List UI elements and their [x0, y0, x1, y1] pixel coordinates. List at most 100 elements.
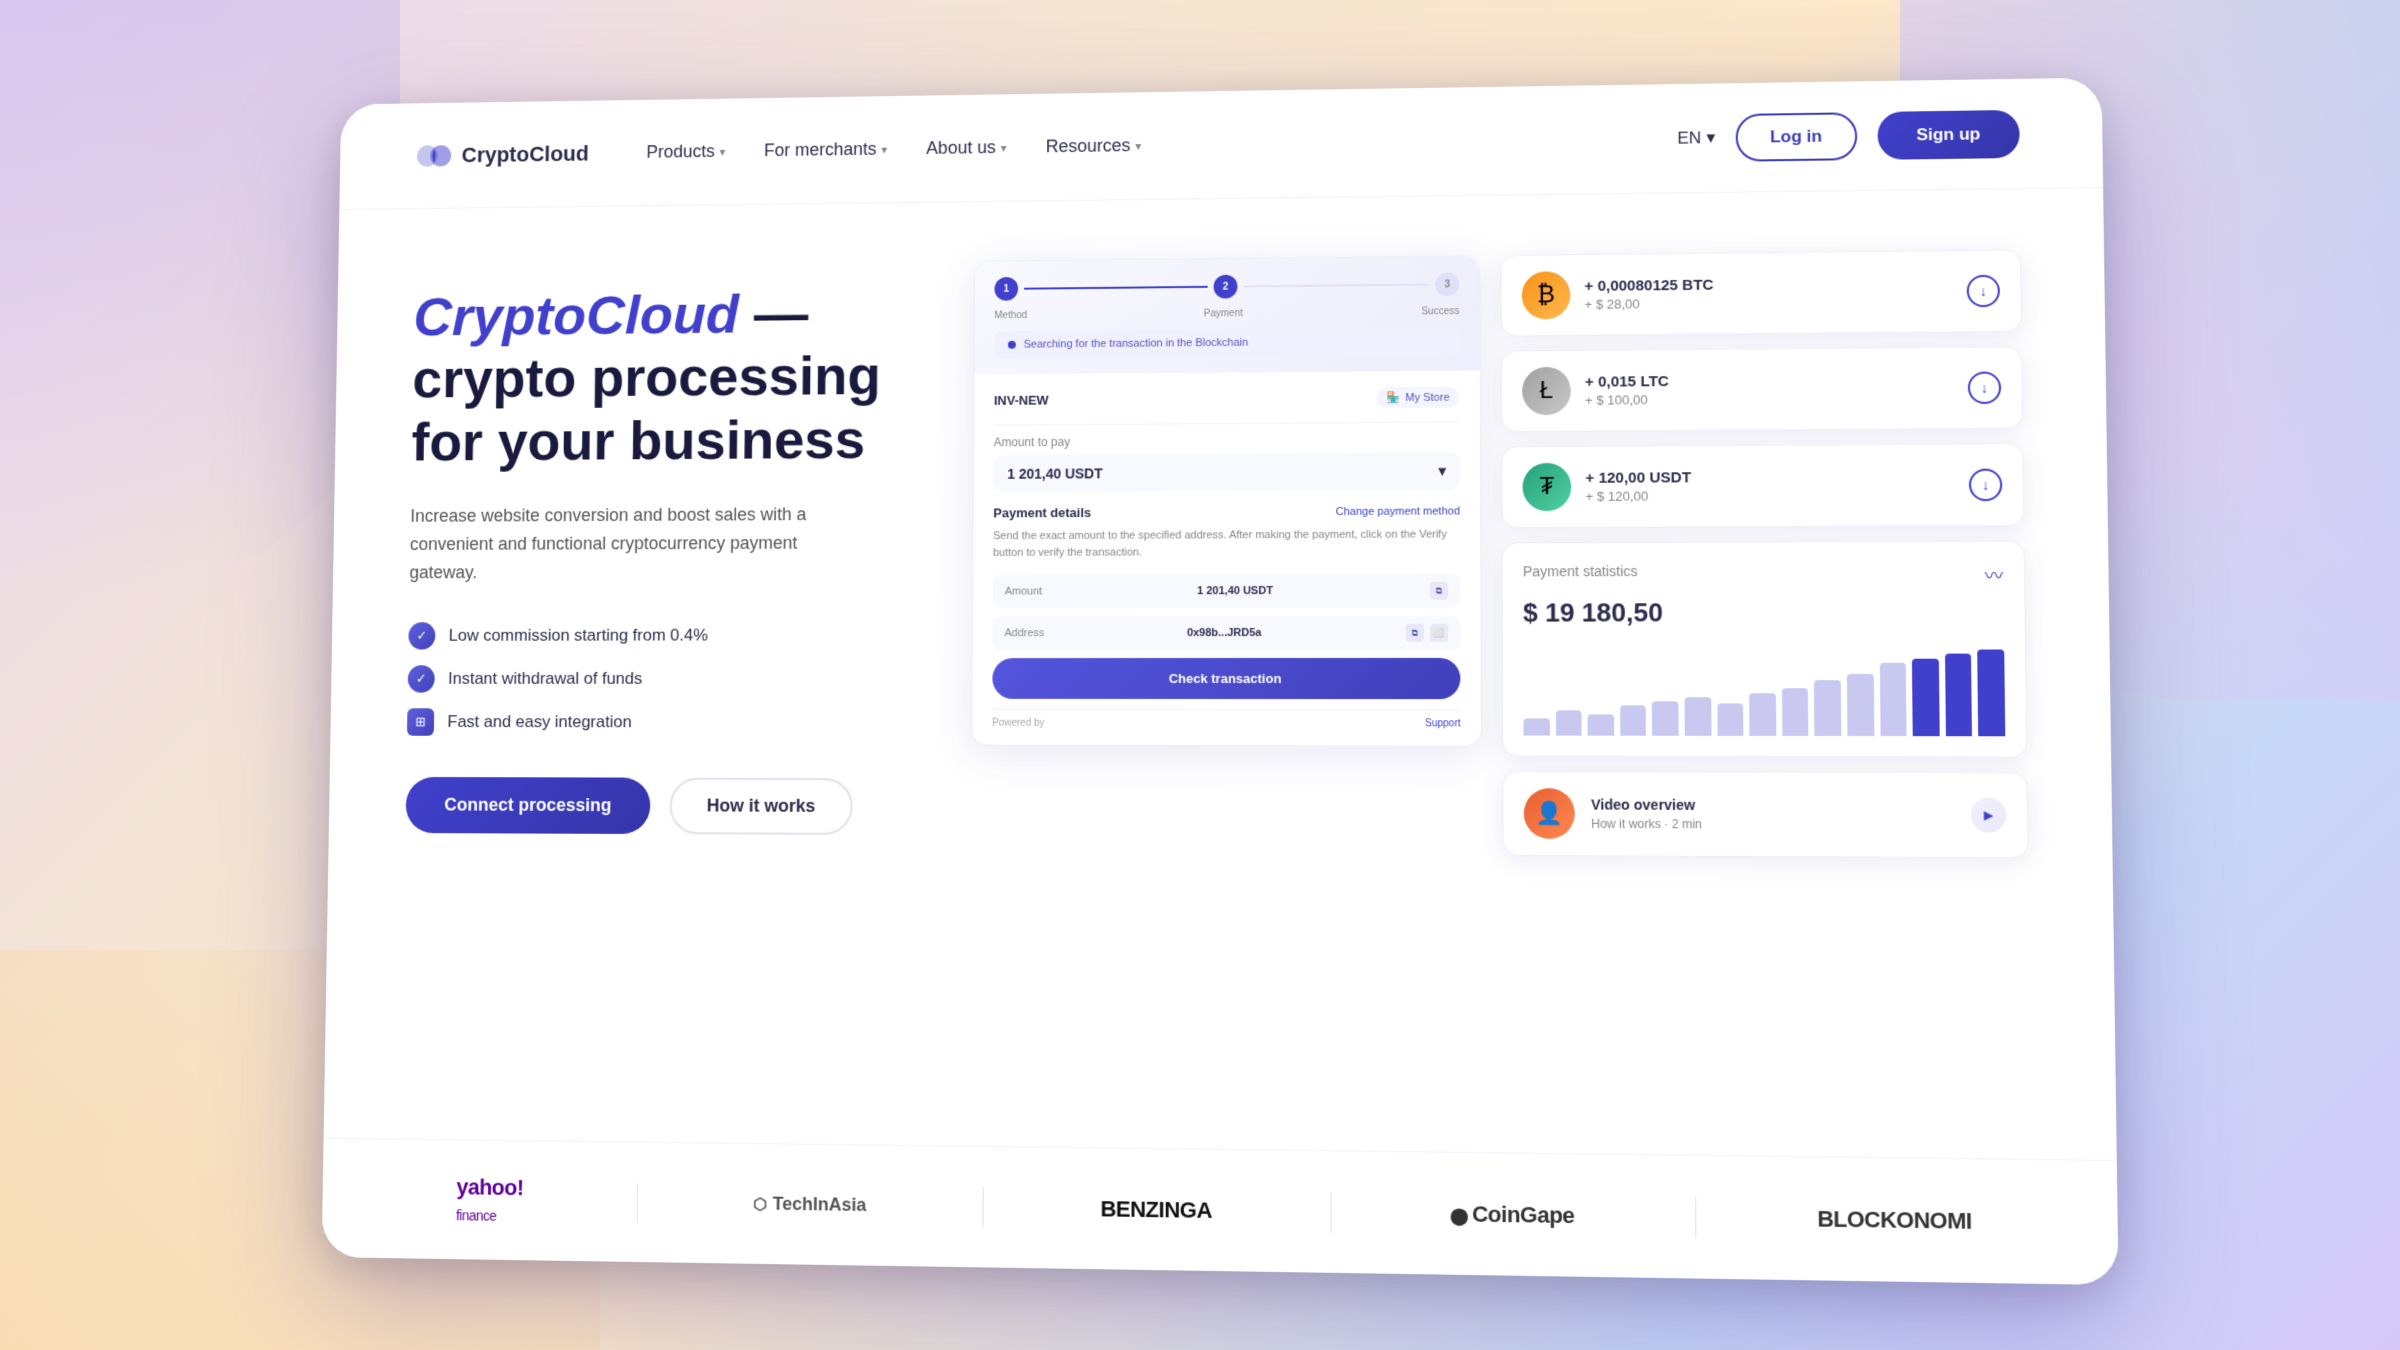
hero-brand: CryptoCloud	[413, 283, 739, 347]
signup-button[interactable]: Sign up	[1877, 109, 2020, 159]
amount-label: Amount to pay	[994, 433, 1460, 450]
video-title: Video overview	[1591, 796, 1954, 814]
step-label-success: Success	[1421, 306, 1459, 317]
ltc-transaction-card: Ł + 0,015 LTC + $ 100,00 ↓	[1501, 346, 2023, 432]
btc-amount: + 0,00080125 BTC	[1584, 274, 1952, 295]
hero-right: 1 2 3 Method Payment Success Searching f…	[971, 249, 2029, 858]
nav-item-about[interactable]: About us ▾	[926, 137, 1006, 159]
usdt-icon: ₮	[1522, 463, 1571, 511]
hero-title: CryptoCloud — crypto processing for your…	[411, 281, 915, 473]
details-header: Payment details Change payment method	[993, 503, 1460, 520]
step-payment: 2	[1214, 275, 1238, 299]
step-label-method: Method	[994, 310, 1027, 321]
invoice-id: INV-NEW	[994, 393, 1049, 408]
chart-bar	[1945, 654, 1973, 736]
footer-powered: Powered by	[992, 718, 1044, 729]
btc-download-icon[interactable]: ↓	[1967, 275, 2000, 308]
payment-body: INV-NEW 🏪 My Store Amount to pay 1 201,4…	[972, 371, 1481, 746]
language-selector[interactable]: EN ▾	[1677, 128, 1715, 148]
btc-icon: ₿	[1522, 271, 1571, 319]
hero-left: CryptoCloud — crypto processing for your…	[405, 261, 915, 834]
ltc-amount: + 0,015 LTC	[1585, 371, 1954, 391]
copy-icon[interactable]: ⧉	[1430, 582, 1448, 600]
usdt-usd: + $ 120,00	[1585, 487, 1954, 504]
chart-bar	[1588, 714, 1614, 736]
btc-usd: + $ 28,00	[1584, 293, 1952, 312]
login-button[interactable]: Log in	[1735, 112, 1857, 162]
store-name: My Store	[1405, 391, 1449, 403]
logo[interactable]: CryptoCloud	[416, 140, 589, 169]
brand-divider-3	[1330, 1192, 1331, 1233]
bar-chart	[1523, 644, 2005, 736]
change-method-link[interactable]: Change payment method	[1336, 505, 1460, 518]
dropdown-icon: ▾	[1439, 463, 1446, 480]
check-transaction-button[interactable]: Check transaction	[992, 658, 1460, 699]
copy-icons: ⧉	[1430, 582, 1448, 600]
feature-integration: ⊞ Fast and easy integration	[407, 708, 912, 736]
copy-icon-1[interactable]: ⧉	[1406, 624, 1424, 642]
video-subtitle: How it works · 2 min	[1591, 817, 1954, 833]
address-field-value: 0x98b...JRD5a	[1187, 627, 1262, 639]
feature-text-3: Fast and easy integration	[447, 712, 632, 732]
ltc-usd: + $ 100,00	[1585, 390, 1954, 408]
searching-text: Searching for the transaction in the Blo…	[1024, 337, 1249, 351]
payment-steps: 1 2 3	[994, 272, 1459, 300]
step-labels: Method Payment Success	[994, 306, 1459, 321]
nav-item-products[interactable]: Products ▾	[646, 141, 725, 162]
ltc-download-icon[interactable]: ↓	[1968, 371, 2002, 404]
brand-coingape: ⬤ CoinGape	[1450, 1200, 1574, 1228]
step-label-payment: Payment	[1204, 308, 1243, 319]
payment-card: 1 2 3 Method Payment Success Searching f…	[971, 255, 1482, 746]
chevron-down-icon: ▾	[1706, 128, 1715, 148]
chart-bar	[1523, 718, 1549, 735]
copy-icons: ⧉ ⬜	[1406, 624, 1448, 642]
stats-header: Payment statistics 〰	[1523, 562, 2004, 590]
chart-bar	[1814, 680, 1841, 736]
chevron-down-icon: ▾	[720, 145, 726, 159]
chart-bar	[1749, 693, 1776, 736]
stats-card: Payment statistics 〰 $ 19 180,50	[1502, 541, 2028, 758]
usdt-download-icon[interactable]: ↓	[1969, 469, 2003, 502]
play-button[interactable]: ▶	[1971, 798, 2007, 833]
store-icon: 🏪	[1387, 391, 1401, 404]
chevron-down-icon: ▾	[1135, 139, 1141, 153]
right-column: ₿ + 0,00080125 BTC + $ 28,00 ↓ Ł + 0,015…	[1501, 249, 2029, 858]
amount-display: 1 201,40 USDT ▾	[993, 452, 1459, 491]
chart-bar	[1782, 688, 1809, 736]
footer-support[interactable]: Support	[1425, 718, 1460, 729]
check-icon: ✓	[408, 622, 435, 649]
browser-frame: CryptoCloud Products ▾ For merchants ▾ A…	[322, 78, 2119, 1286]
chart-bar	[1978, 649, 2006, 736]
trend-icon: 〰	[1984, 562, 2003, 588]
hero-buttons: Connect processing How it works	[405, 777, 911, 835]
features-list: ✓ Low commission starting from 0.4% ✓ In…	[407, 621, 913, 736]
grid-icon: ⊞	[407, 708, 434, 735]
how-it-works-button[interactable]: How it works	[669, 777, 852, 834]
step-line-1	[1024, 286, 1208, 290]
ltc-icon: Ł	[1522, 367, 1571, 415]
chart-bar	[1620, 706, 1646, 736]
chevron-down-icon: ▾	[1001, 141, 1007, 155]
amount-value: 1 201,40 USDT	[1007, 465, 1102, 481]
hero-section: CryptoCloud — crypto processing for your…	[324, 188, 2117, 1160]
nav-item-resources[interactable]: Resources ▾	[1046, 135, 1142, 157]
brand-yahoo: yahoo!finance	[456, 1174, 524, 1227]
details-title: Payment details	[993, 505, 1091, 520]
payment-details-section: Payment details Change payment method Se…	[993, 503, 1460, 560]
searching-bar: Searching for the transaction in the Blo…	[994, 327, 1459, 359]
check-icon: ✓	[408, 665, 435, 692]
video-info: Video overview How it works · 2 min	[1591, 796, 1954, 832]
logo-icon	[416, 142, 453, 169]
connect-processing-button[interactable]: Connect processing	[405, 777, 650, 834]
chart-bar	[1879, 663, 1906, 737]
feature-withdrawal: ✓ Instant withdrawal of funds	[408, 665, 913, 693]
details-text: Send the exact amount to the specified a…	[993, 526, 1460, 560]
chart-bar	[1685, 697, 1712, 736]
nav-item-merchants[interactable]: For merchants ▾	[764, 139, 887, 161]
card-footer: Powered by Support	[992, 709, 1460, 730]
chart-bar	[1847, 674, 1874, 736]
feature-text-2: Instant withdrawal of funds	[448, 669, 642, 689]
qr-icon[interactable]: ⬜	[1430, 624, 1448, 642]
amount-section: Amount to pay 1 201,40 USDT ▾	[993, 433, 1459, 492]
step-line-2	[1243, 284, 1429, 288]
